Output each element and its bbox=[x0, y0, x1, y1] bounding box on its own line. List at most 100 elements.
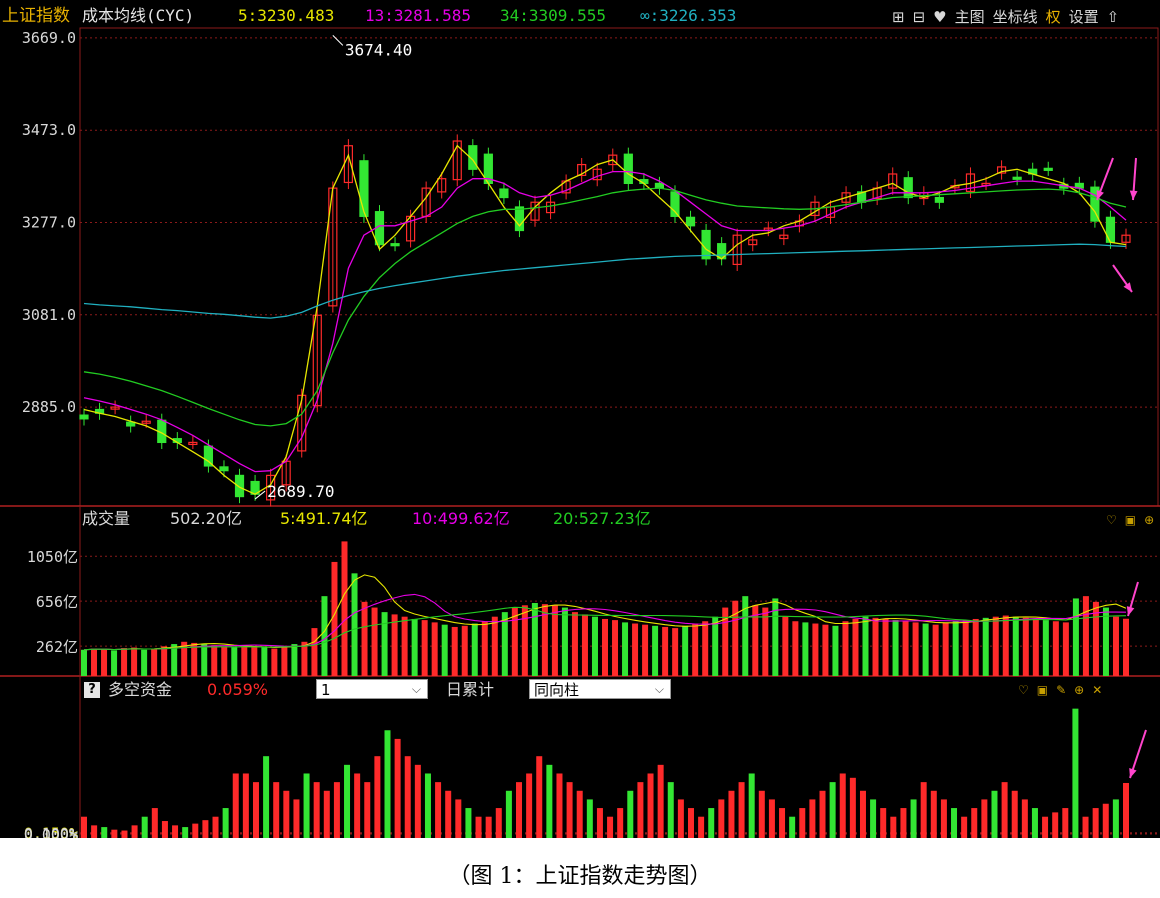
minus-icon[interactable]: ⊟ bbox=[913, 8, 926, 26]
volume-bar bbox=[1123, 618, 1129, 676]
volume-bar bbox=[672, 628, 679, 676]
volume-bar bbox=[471, 623, 478, 676]
fund-bar bbox=[101, 827, 108, 838]
fund-bar bbox=[617, 808, 624, 838]
volume-bar bbox=[321, 596, 328, 676]
volume-bar bbox=[952, 621, 959, 676]
y-tick-label: 3473.0 bbox=[22, 121, 76, 139]
fund-bar bbox=[880, 808, 887, 838]
volume-bar bbox=[1012, 616, 1019, 676]
heart-icon[interactable]: ♡ bbox=[1018, 683, 1029, 697]
fund-bar bbox=[81, 816, 87, 838]
fund-bar bbox=[242, 773, 249, 838]
pin-icon[interactable]: ✎ bbox=[1056, 683, 1066, 697]
volume-ma10-label: 10:499.62亿 bbox=[412, 509, 510, 528]
fund-bar bbox=[344, 764, 351, 838]
fund-bar bbox=[910, 799, 917, 838]
window-icon[interactable]: ▣ bbox=[1125, 513, 1136, 527]
axis-line-button[interactable]: 坐标线 bbox=[993, 8, 1038, 26]
rights-button[interactable]: 权 bbox=[1046, 8, 1061, 26]
volume-bar bbox=[662, 626, 669, 676]
volume-bar bbox=[1112, 616, 1119, 676]
fund-bar bbox=[465, 808, 472, 838]
fund-bar bbox=[819, 790, 826, 838]
index-name: 上证指数 bbox=[2, 6, 70, 26]
fund-bar bbox=[758, 790, 765, 838]
volume-bar bbox=[481, 621, 488, 676]
candle bbox=[685, 216, 696, 227]
heart-icon[interactable]: ♡ bbox=[1106, 513, 1117, 527]
fund-bar bbox=[809, 799, 816, 838]
volume-bar bbox=[371, 607, 378, 676]
volume-bar bbox=[1052, 621, 1059, 676]
fund-bar bbox=[900, 808, 907, 838]
fund-bar bbox=[303, 773, 310, 838]
fund-toolbar: ♡ ▣ ✎ ⊕ ✕ bbox=[1010, 680, 1102, 700]
volume-bar bbox=[732, 600, 739, 676]
ma5-label: 5:3230.483 bbox=[238, 6, 335, 25]
fund-bar bbox=[202, 820, 209, 838]
volume-bar bbox=[632, 623, 639, 676]
fund-bar bbox=[475, 816, 482, 838]
volume-bar bbox=[221, 646, 228, 676]
maximize-icon[interactable]: ⇧ bbox=[1107, 8, 1120, 26]
candle bbox=[701, 229, 711, 260]
volume-bar bbox=[812, 623, 819, 676]
volume-bar bbox=[111, 650, 118, 676]
ma13-label: 13:3281.585 bbox=[365, 6, 471, 25]
fund-bar bbox=[768, 799, 775, 838]
fund-bar bbox=[455, 799, 462, 838]
fund-bar bbox=[263, 756, 270, 838]
y-tick-label: 0.000% bbox=[24, 826, 78, 838]
volume-bar bbox=[381, 612, 388, 676]
fund-bar bbox=[516, 782, 523, 838]
candle bbox=[390, 243, 400, 247]
y-tick-label: 3669.0 bbox=[22, 29, 76, 47]
candle bbox=[234, 474, 245, 498]
fund-bar bbox=[940, 799, 947, 838]
bar-style-select[interactable]: 同向柱 ⌵ bbox=[529, 679, 671, 699]
window-icon[interactable]: ▣ bbox=[1037, 683, 1048, 697]
volume-bar bbox=[391, 614, 398, 676]
volume-bar bbox=[992, 616, 999, 676]
fund-bar bbox=[151, 808, 158, 838]
volume-bar bbox=[441, 624, 448, 676]
close-icon[interactable]: ✕ bbox=[1092, 683, 1102, 697]
volume-bar bbox=[81, 649, 87, 676]
ma-inf-label: ∞:3226.353 bbox=[640, 6, 737, 25]
volume-bar bbox=[682, 625, 689, 676]
volume-bar bbox=[932, 624, 939, 676]
volume-bar bbox=[291, 644, 298, 676]
fund-bar bbox=[374, 756, 381, 838]
main-chart-button[interactable]: 主图 bbox=[955, 8, 985, 26]
chevron-down-icon: ⌵ bbox=[411, 682, 421, 696]
volume-bar bbox=[762, 607, 769, 676]
y-tick-label: 1050亿 bbox=[27, 548, 78, 566]
candle bbox=[903, 177, 913, 199]
zoom-icon[interactable]: ⊕ bbox=[1144, 513, 1154, 527]
settings-button[interactable]: 设置 bbox=[1069, 8, 1099, 26]
fund-bar bbox=[789, 816, 796, 838]
period-select[interactable]: 1 ⌵ bbox=[316, 679, 428, 699]
chevron-down-icon: ⌵ bbox=[654, 682, 664, 696]
fund-bar bbox=[424, 773, 431, 838]
plus-icon[interactable]: ⊞ bbox=[892, 8, 905, 26]
fund-bar bbox=[495, 808, 502, 838]
fund-bar bbox=[637, 782, 644, 838]
fund-bar bbox=[677, 799, 684, 838]
fund-bar bbox=[1052, 812, 1059, 838]
fund-bar bbox=[485, 816, 492, 838]
heart-icon[interactable]: ♥ bbox=[933, 8, 946, 26]
volume-bar bbox=[121, 648, 128, 676]
fund-bar bbox=[536, 756, 543, 838]
volume-bar bbox=[1072, 598, 1079, 676]
volume-bar bbox=[1002, 615, 1009, 676]
volume-ma5-label: 5:491.74亿 bbox=[280, 509, 368, 528]
volume-bar bbox=[1062, 622, 1069, 676]
main-toolbar: ⊞ ⊟ ♥ 主图 坐标线权设置 ⇧ bbox=[884, 7, 1119, 27]
fund-value: 0.059% bbox=[207, 680, 269, 699]
candle bbox=[126, 421, 136, 427]
zoom-icon[interactable]: ⊕ bbox=[1074, 683, 1084, 697]
y-tick-label: 3081.0 bbox=[22, 306, 76, 324]
help-icon[interactable]: ? bbox=[84, 682, 100, 698]
